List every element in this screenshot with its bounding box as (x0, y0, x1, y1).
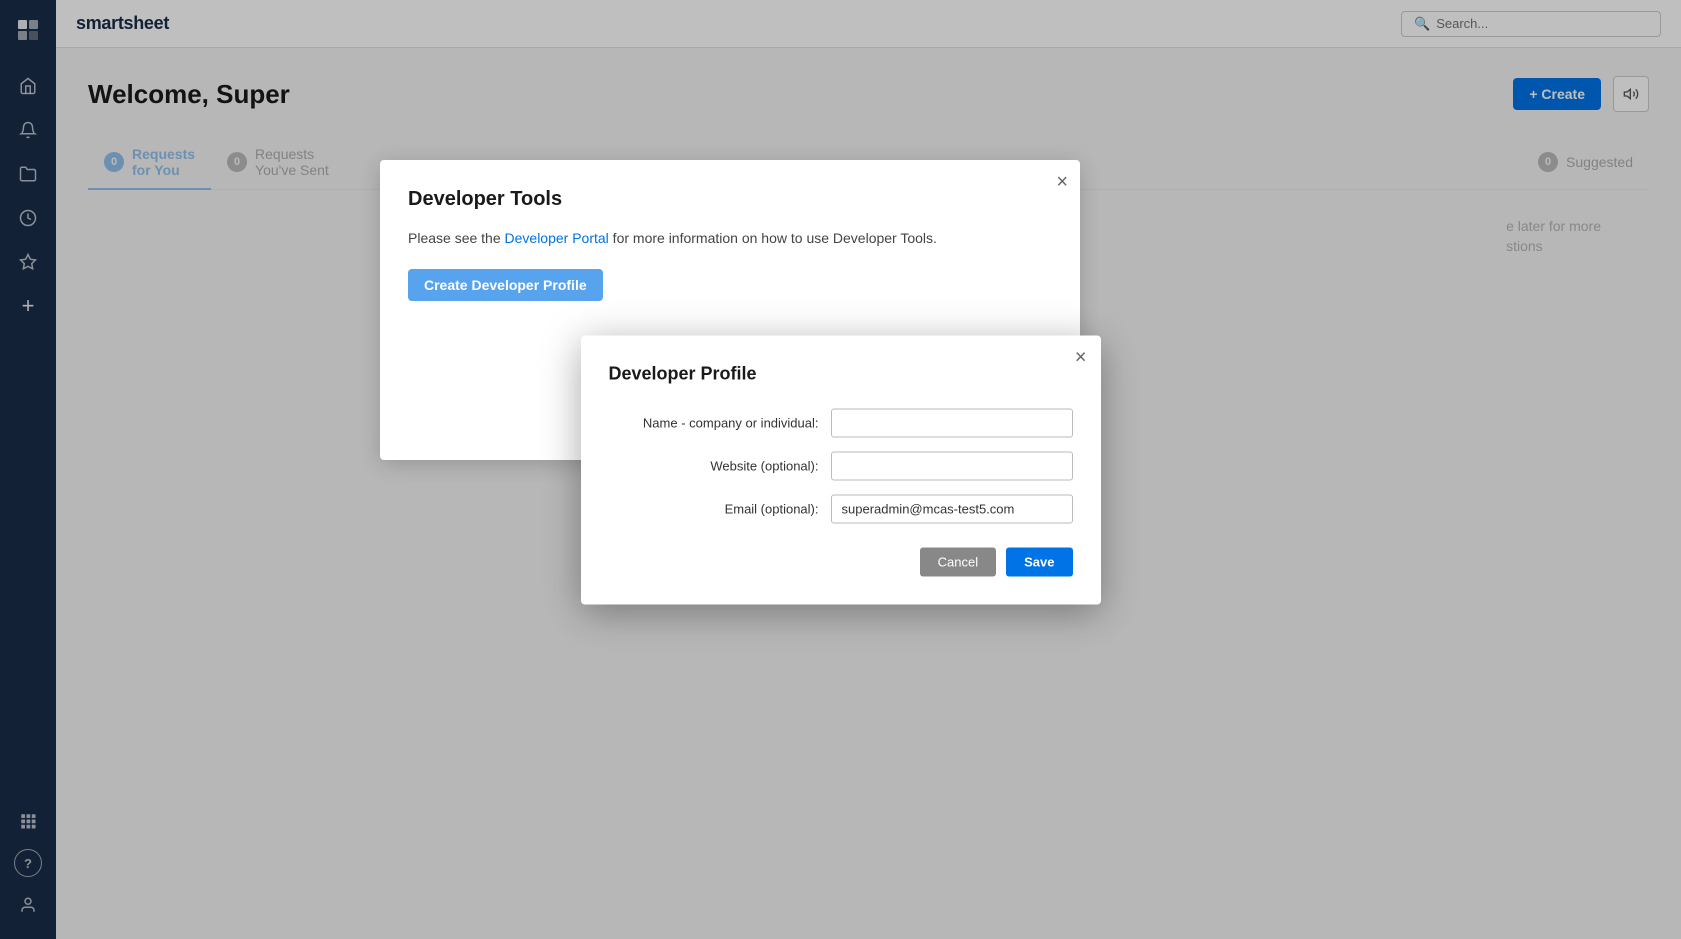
main-content: smartsheet 🔍 Welcome, Super + Create (56, 0, 1681, 939)
name-label: Name - company or individual: (609, 415, 819, 430)
dev-profile-close-button[interactable]: × (1075, 347, 1087, 367)
name-field-row: Name - company or individual: (609, 408, 1073, 437)
dev-tools-close-button[interactable]: × (1056, 172, 1068, 192)
dev-profile-title: Developer Profile (609, 363, 1073, 384)
website-field-row: Website (optional): (609, 451, 1073, 480)
dev-tools-title: Developer Tools (408, 188, 1052, 211)
email-label: Email (optional): (609, 501, 819, 516)
email-field-row: Email (optional): (609, 494, 1073, 523)
website-input[interactable] (831, 451, 1073, 480)
developer-portal-link[interactable]: Developer Portal (505, 230, 609, 246)
developer-profile-modal: × Developer Profile Name - company or in… (581, 335, 1101, 604)
create-developer-profile-button[interactable]: Create Developer Profile (408, 269, 603, 301)
save-button[interactable]: Save (1006, 547, 1072, 576)
email-input[interactable] (831, 494, 1073, 523)
website-label: Website (optional): (609, 458, 819, 473)
form-actions: Cancel Save (609, 547, 1073, 576)
name-input[interactable] (831, 408, 1073, 437)
dev-tools-description: Please see the Developer Portal for more… (408, 227, 1052, 249)
cancel-button[interactable]: Cancel (920, 547, 996, 576)
content-area: Welcome, Super + Create 0 Requestsfor Yo… (56, 48, 1681, 939)
